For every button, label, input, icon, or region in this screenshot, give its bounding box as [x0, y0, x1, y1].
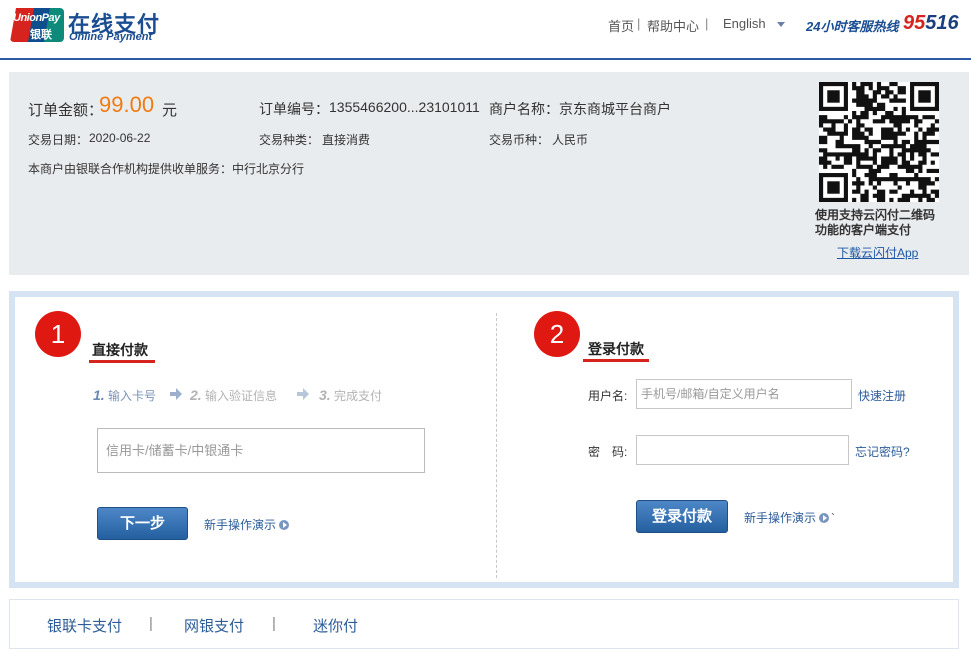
username-label: 用户名:: [588, 389, 628, 403]
amount-unit: 元: [162, 102, 178, 119]
date-label: 交易日期：: [28, 133, 89, 147]
login-pay-underline: [583, 359, 649, 362]
step-1-number: 1.: [93, 387, 105, 403]
currency-label: 交易币种：: [489, 133, 550, 147]
tab-separator: |: [272, 615, 276, 632]
play-icon: [279, 520, 290, 530]
hotline-number: 95516: [903, 12, 959, 35]
logo-text-en: UnionPay: [13, 12, 60, 24]
merchant-value: 京东商城平台商户: [559, 101, 671, 117]
payment-panel: 1 直接付款 1. 输入卡号 2. 输入验证信息 3. 完成支付 下一步 新手操…: [9, 291, 959, 588]
header: UnionPay 银联 在线支付 Online Payment 首页 | 帮助中…: [0, 0, 971, 60]
nav-home-link[interactable]: 首页: [608, 16, 634, 35]
tab-separator: |: [149, 615, 153, 632]
play-icon: [819, 513, 830, 523]
hotline-number-suffix: 516: [925, 12, 959, 34]
step-3-number: 3.: [319, 387, 331, 403]
password-input[interactable]: [636, 435, 849, 465]
qr-code-image: [819, 82, 939, 202]
forgot-password-link[interactable]: 忘记密码?: [855, 443, 910, 460]
language-select[interactable]: English: [723, 16, 766, 31]
password-label: 密 码:: [588, 445, 628, 459]
service-note: 本商户由银联合作机构提供收单服务：中行北京分行: [28, 162, 305, 176]
trailing-mark: `: [831, 511, 836, 525]
date-value: 2020-06-22: [89, 131, 151, 145]
hotline-number-prefix: 95: [903, 12, 926, 34]
unionpay-logo[interactable]: UnionPay 银联: [10, 8, 64, 42]
qr-code: [819, 82, 939, 202]
type-label: 交易种类：: [259, 133, 320, 147]
tab-mini-pay[interactable]: 迷你付: [313, 615, 358, 636]
step-3: 3. 完成支付: [319, 387, 382, 404]
step-3-label: 完成支付: [334, 389, 383, 403]
nav-separator: |: [637, 16, 641, 31]
amount-label: 订单金额：: [28, 102, 104, 119]
hotline-label: 24小时客服热线: [806, 19, 899, 34]
step-badge-2: 2: [534, 311, 580, 357]
username-input[interactable]: [636, 379, 852, 409]
card-number-input[interactable]: [97, 428, 425, 473]
step-2-number: 2.: [190, 387, 202, 403]
login-pay-button[interactable]: 登录付款: [636, 500, 728, 533]
nav-separator: |: [705, 16, 709, 31]
demo-link-login[interactable]: 新手操作演示 `: [744, 509, 835, 526]
demo-link-direct[interactable]: 新手操作演示: [204, 516, 290, 533]
arrow-right-icon: [170, 388, 182, 400]
direct-pay-underline: [89, 360, 155, 363]
order-info-panel: 订单金额： 99.00 元 订单编号： 1355466200...2310101…: [9, 72, 969, 275]
order-no-value: 1355466200...23101011: [329, 99, 480, 115]
currency-value: 人民币: [552, 133, 589, 147]
step-1-label: 输入卡号: [108, 389, 157, 403]
chevron-down-icon[interactable]: [777, 22, 785, 27]
download-app-link[interactable]: 下载云闪付App: [837, 244, 918, 261]
logo-text-cn: 银联: [30, 29, 52, 41]
step-badge-1: 1: [35, 311, 81, 357]
order-no-label: 订单编号：: [259, 101, 329, 117]
demo-link-label: 新手操作演示: [204, 518, 277, 532]
login-pay-title[interactable]: 登录付款: [588, 339, 644, 359]
step-2: 2. 输入验证信息: [190, 387, 277, 404]
tab-online-banking[interactable]: 网银支付: [184, 615, 244, 636]
direct-pay-title[interactable]: 直接付款: [92, 340, 148, 360]
amount-value: 99.00: [99, 92, 155, 117]
type-value: 直接消费: [322, 133, 371, 147]
merchant-label: 商户名称：: [489, 101, 559, 117]
qr-caption: 使用支持云闪付二维码功能的客户端支付: [815, 208, 936, 237]
brand-subtitle: Online Payment: [69, 31, 153, 43]
tab-unionpay-card[interactable]: 银联卡支付: [47, 615, 122, 636]
demo-link-label: 新手操作演示: [744, 511, 817, 525]
section-divider: [496, 313, 497, 578]
step-2-label: 输入验证信息: [205, 389, 278, 403]
register-link[interactable]: 快速注册: [858, 387, 906, 404]
arrow-right-icon: [297, 388, 309, 400]
nav-help-link[interactable]: 帮助中心: [647, 16, 699, 35]
step-1: 1. 输入卡号: [93, 387, 156, 404]
next-step-button[interactable]: 下一步: [97, 507, 188, 540]
payment-method-tabs: 银联卡支付 | 网银支付 | 迷你付: [9, 599, 959, 649]
